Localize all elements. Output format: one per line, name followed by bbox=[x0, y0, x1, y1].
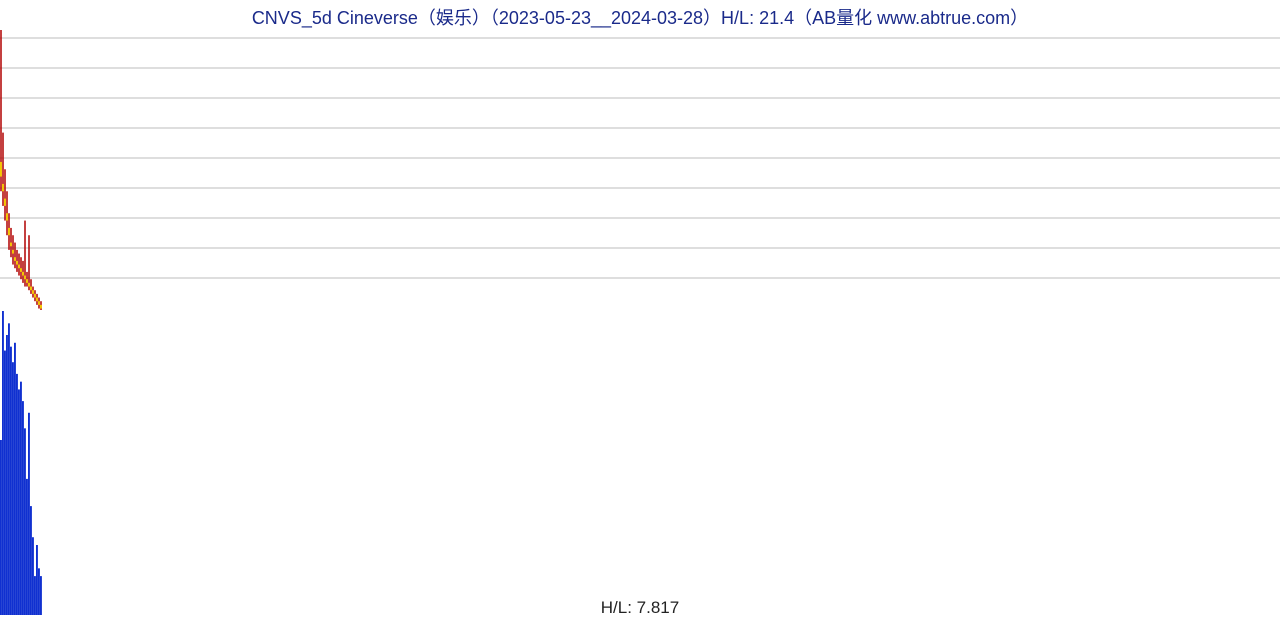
chart-footer: H/L: 7.817 bbox=[0, 598, 1280, 618]
stock-chart: CNVS_5d Cineverse（娱乐）（2023-05-23__2024-0… bbox=[0, 0, 1280, 620]
chart-svg bbox=[0, 0, 1280, 620]
